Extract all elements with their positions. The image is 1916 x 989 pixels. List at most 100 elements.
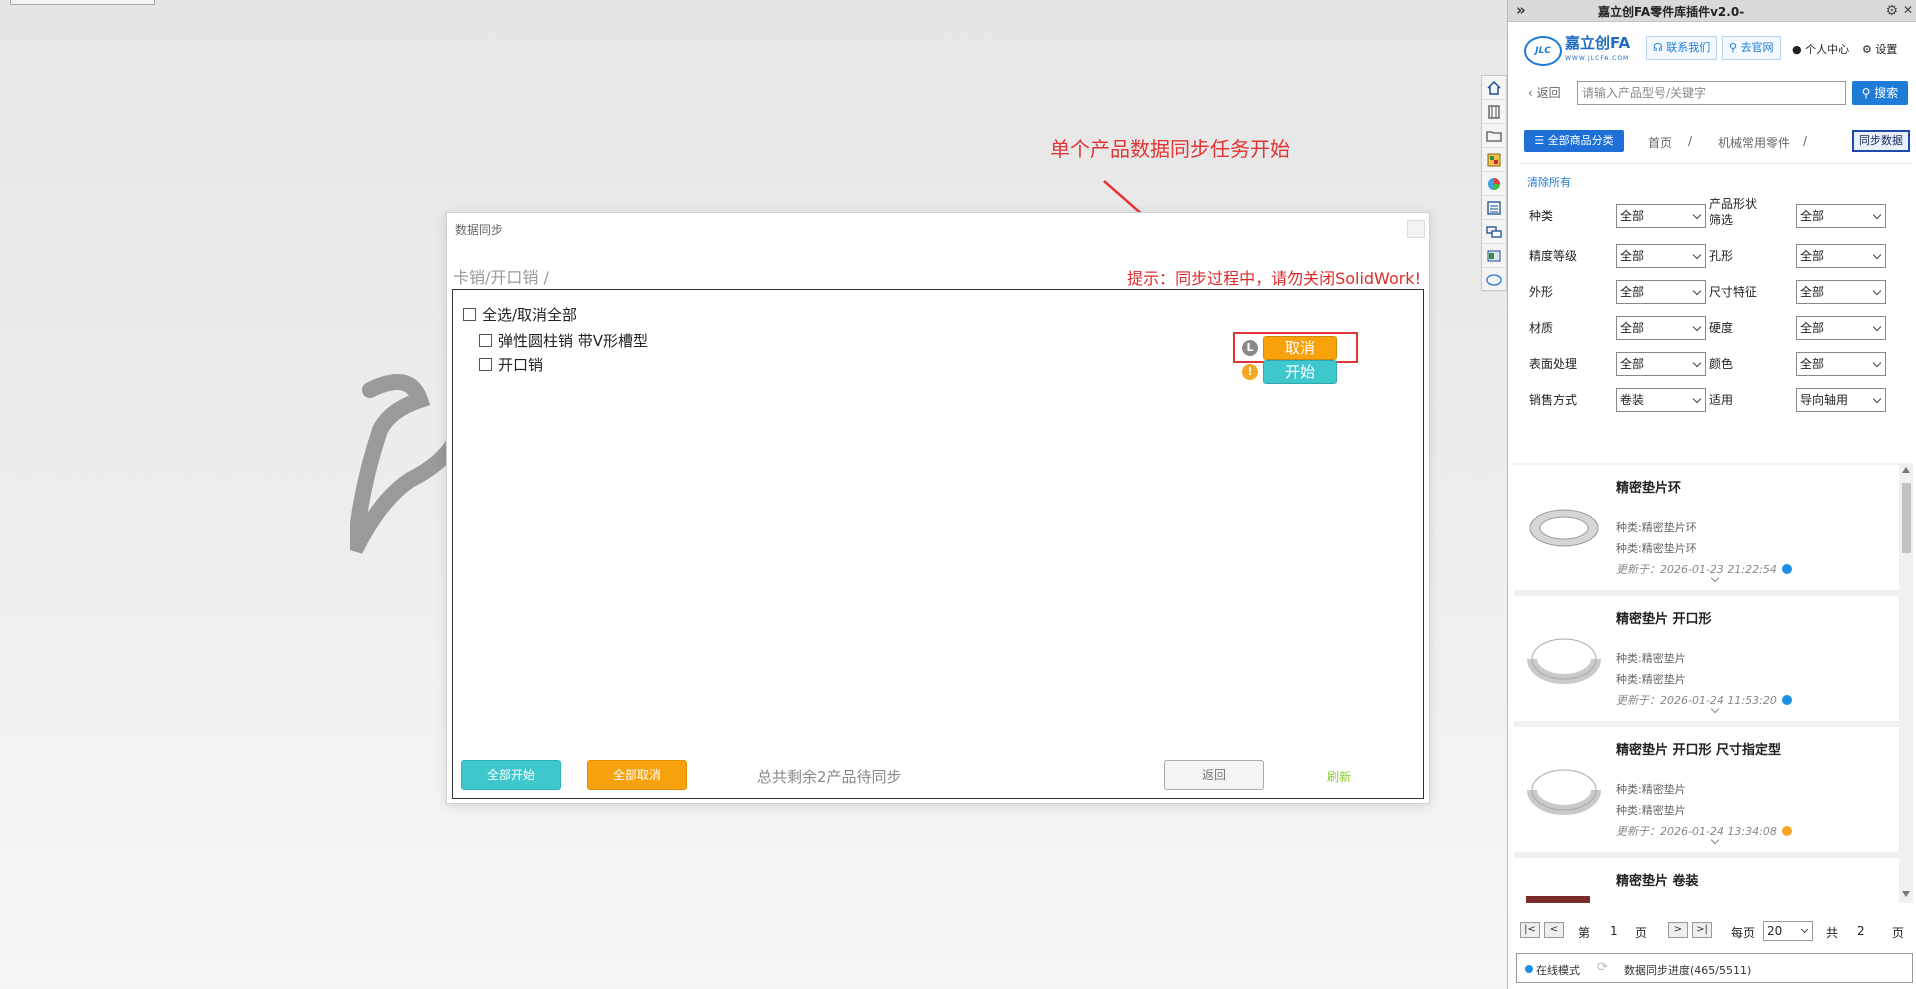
gear-icon[interactable]: ⚙: [1885, 3, 1898, 19]
filter-select[interactable]: 卷装: [1616, 388, 1706, 412]
product-name: 精密垫片 开口形: [1616, 612, 1712, 627]
back-button[interactable]: 返回: [1164, 760, 1264, 790]
product-card[interactable]: 精密垫片 卷装: [1514, 858, 1905, 903]
crumb-mechanical-parts[interactable]: 机械常用零件: [1718, 134, 1790, 151]
item-checkbox[interactable]: [479, 334, 492, 347]
refresh-link[interactable]: 刷新: [1327, 768, 1351, 785]
sync-list-panel: 全选/取消全部 弹性圆柱销 带V形槽型 开口销 L 取消 ! 开始 全部开始 全…: [452, 289, 1424, 799]
parts-icon[interactable]: [1482, 100, 1506, 124]
filter-select[interactable]: 全部: [1796, 316, 1886, 340]
last-page-button[interactable]: >|: [1692, 922, 1712, 938]
filter-label: 外形: [1529, 285, 1554, 299]
filter-label: 颜色: [1709, 357, 1734, 371]
chat-icon[interactable]: [1482, 220, 1506, 244]
filter-select[interactable]: 全部: [1796, 244, 1886, 268]
select-all-checkbox[interactable]: [463, 308, 476, 321]
page-suffix: 页: [1635, 926, 1648, 940]
filter-label: 表面处理: [1529, 357, 1578, 371]
window-fragment: [10, 0, 155, 5]
filter-label: 种类: [1529, 209, 1554, 223]
back-link[interactable]: ‹ 返回: [1528, 84, 1561, 101]
scroll-up-icon[interactable]: [1902, 467, 1910, 473]
per-page-select[interactable]: 20: [1763, 921, 1813, 941]
product-updated: 更新于：2026-01-23 21:22:54: [1616, 561, 1792, 577]
filter-select[interactable]: 导向轴用: [1796, 388, 1886, 412]
filter-select[interactable]: 全部: [1796, 204, 1886, 228]
item-checkbox[interactable]: [479, 358, 492, 371]
product-name: 精密垫片 卷装: [1616, 874, 1699, 889]
dialog-breadcrumb: 卡销/开口销 /: [453, 268, 549, 287]
pagination: |< < 第 1 页 > >| 每页 20 共 2 页: [1508, 915, 1916, 945]
filter-select[interactable]: 全部: [1616, 352, 1706, 376]
user-center-link[interactable]: ● 个人中心: [1792, 41, 1849, 57]
contact-button[interactable]: ☊ 联系我们: [1646, 36, 1718, 60]
per-page-label: 每页: [1731, 926, 1756, 940]
jlc-logo-icon[interactable]: [1482, 268, 1506, 292]
first-page-button[interactable]: |<: [1520, 922, 1540, 938]
filter-label: 硬度: [1709, 321, 1734, 335]
pin-icon[interactable]: ✕: [1903, 3, 1913, 17]
preview-icon[interactable]: [1482, 244, 1506, 268]
select-all-row[interactable]: 全选/取消全部: [463, 304, 577, 325]
cancel-item-button[interactable]: 取消: [1263, 336, 1337, 360]
product-attr: 种类:精密垫片: [1616, 783, 1686, 796]
prev-page-button[interactable]: <: [1544, 922, 1564, 938]
product-list: 精密垫片环 种类:精密垫片环 种类:精密垫片环 更新于：2026-01-23 21:2…: [1514, 463, 1905, 903]
logo-sub: WWW.JLCFA.COM: [1565, 55, 1630, 62]
list-icon[interactable]: [1482, 196, 1506, 220]
all-categories-button[interactable]: ☰ 全部商品分类: [1524, 130, 1624, 152]
product-card[interactable]: 精密垫片 开口形 种类:精密垫片 种类:精密垫片 更新于：2026-01-24 11:…: [1514, 596, 1905, 721]
settings-link[interactable]: ⚙ 设置: [1862, 41, 1897, 57]
filter-label: 精度等级: [1529, 249, 1578, 263]
cancel-all-button[interactable]: 全部取消: [587, 760, 687, 790]
palette-icon[interactable]: [1482, 148, 1506, 172]
start-all-button[interactable]: 全部开始: [461, 760, 561, 790]
scroll-thumb[interactable]: [1902, 483, 1911, 553]
product-attr: 种类:精密垫片环: [1616, 542, 1697, 555]
panel-titlebar: » 嘉立创FA零件库插件v2.0- ⚙ ✕: [1508, 0, 1916, 22]
expand-icon[interactable]: »: [1516, 1, 1526, 19]
filter-select[interactable]: 全部: [1796, 352, 1886, 376]
product-updated: 更新于：2026-01-24 13:34:08: [1616, 823, 1792, 839]
crumb-home[interactable]: 首页: [1648, 134, 1672, 151]
clear-all-link[interactable]: 清除所有: [1527, 174, 1571, 190]
next-page-button[interactable]: >: [1668, 922, 1688, 938]
filter-select[interactable]: 全部: [1616, 204, 1706, 228]
product-thumbnail: [1526, 896, 1590, 903]
list-item[interactable]: 弹性圆柱销 带V形槽型: [479, 330, 648, 351]
color-wheel-icon[interactable]: [1482, 172, 1506, 196]
filter-label: 产品形状筛选: [1709, 197, 1758, 227]
product-card[interactable]: 精密垫片环 种类:精密垫片环 种类:精密垫片环 更新于：2026-01-23 21:2…: [1514, 465, 1905, 590]
product-list-scrollbar[interactable]: [1899, 463, 1913, 903]
sync-data-button[interactable]: 同步数据: [1852, 130, 1910, 152]
clock-icon: L: [1242, 340, 1258, 356]
menu-icon: ☰: [1534, 134, 1545, 147]
product-thumbnail: [1527, 769, 1601, 815]
gear-icon: ⚙: [1862, 43, 1872, 56]
filter-select[interactable]: 全部: [1796, 280, 1886, 304]
search-input[interactable]: [1577, 81, 1846, 105]
product-name: 精密垫片环: [1616, 481, 1682, 496]
home-icon[interactable]: [1482, 76, 1506, 100]
current-page: 1: [1610, 924, 1618, 938]
panel-title: 嘉立创FA零件库插件v2.0-: [1598, 5, 1745, 19]
side-toolbar: [1481, 75, 1507, 292]
search-button[interactable]: ⚲ 搜索: [1852, 81, 1908, 105]
brand-logo[interactable]: JLC 嘉立创FA WWW.JLCFA.COM: [1524, 35, 1630, 67]
total-pages: 2: [1857, 924, 1865, 938]
synced-icon: [1781, 564, 1792, 574]
scroll-down-icon[interactable]: [1902, 891, 1910, 897]
close-button[interactable]: [1407, 220, 1425, 238]
annotation-text: 单个产品数据同步任务开始: [1050, 137, 1290, 161]
filter-select[interactable]: 全部: [1616, 280, 1706, 304]
folder-icon[interactable]: [1482, 124, 1506, 148]
list-item[interactable]: 开口销: [479, 354, 543, 375]
select-all-label: 全选/取消全部: [482, 306, 578, 324]
sync-dialog: 数据同步 卡销/开口销 / 提示：同步过程中，请勿关闭SolidWork! 全选…: [446, 212, 1430, 804]
filter-label: 尺寸特征: [1709, 285, 1758, 299]
filter-select[interactable]: 全部: [1616, 316, 1706, 340]
website-button[interactable]: ⚲ 去官网: [1722, 36, 1781, 60]
start-item-button[interactable]: 开始: [1263, 360, 1337, 384]
filter-select[interactable]: 全部: [1616, 244, 1706, 268]
product-card[interactable]: 精密垫片 开口形 尺寸指定型 种类:精密垫片 种类:精密垫片 更新于：2026-01-…: [1514, 727, 1905, 852]
